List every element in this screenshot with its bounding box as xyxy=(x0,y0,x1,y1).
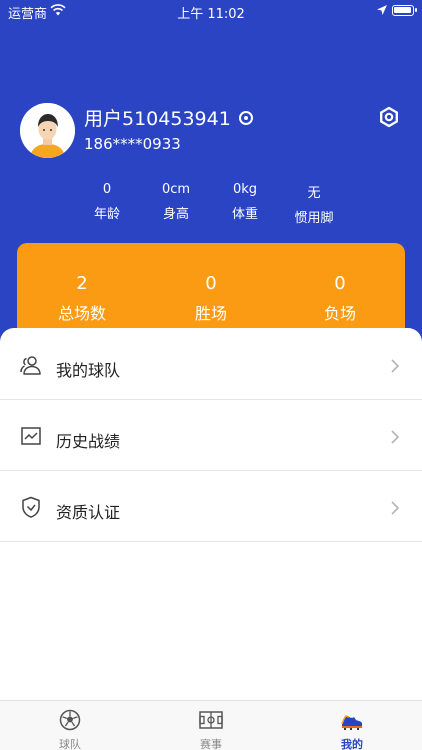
stat-value: 无 xyxy=(307,186,321,201)
stat-label: 惯用脚 xyxy=(294,211,334,226)
record-losses: 0 负场 xyxy=(295,273,385,324)
stat-label: 体重 xyxy=(231,207,258,222)
username-row: 用户510453941 xyxy=(84,104,253,131)
tab-mine[interactable]: 我的 xyxy=(282,701,422,750)
stat-label: 身高 xyxy=(162,207,189,222)
soccer-ball-icon xyxy=(59,709,81,731)
tab-label: 球队 xyxy=(59,738,81,750)
username: 用户510453941 xyxy=(84,108,231,130)
record-wins: 0 胜场 xyxy=(166,273,256,324)
divider xyxy=(0,541,422,542)
tab-team[interactable]: 球队 xyxy=(0,701,140,750)
field-icon xyxy=(199,711,223,729)
avatar-person-icon xyxy=(20,103,75,158)
divider xyxy=(0,470,422,471)
stat-preferred-foot: 无 惯用脚 xyxy=(284,182,344,226)
record-label: 总场数 xyxy=(57,304,106,323)
record-value: 0 xyxy=(334,273,346,294)
tab-label: 我的 xyxy=(341,738,363,750)
menu-item-label: 我的球队 xyxy=(56,361,121,380)
cleat-icon xyxy=(341,715,362,730)
status-bar: 运营商 上午 11:02 xyxy=(0,0,422,22)
tab-bar: 球队 赛事 我的 xyxy=(0,700,422,750)
record-label: 负场 xyxy=(323,304,356,323)
chevron-right-icon xyxy=(391,359,400,373)
tab-matches[interactable]: 赛事 xyxy=(141,701,281,750)
menu-item-history[interactable]: 历史战绩 xyxy=(0,401,422,471)
verified-badge-icon xyxy=(238,110,253,125)
stat-height: 0cm 身高 xyxy=(146,182,206,222)
stat-value: 0 xyxy=(102,182,112,197)
chart-icon xyxy=(21,427,41,445)
settings-gear-icon[interactable] xyxy=(378,106,400,128)
location-arrow-icon xyxy=(377,5,387,15)
battery-icon xyxy=(392,5,417,16)
phone-number: 186****0933 xyxy=(84,135,181,153)
record-value: 2 xyxy=(76,273,88,294)
chevron-right-icon xyxy=(391,430,400,444)
menu-item-label: 历史战绩 xyxy=(56,432,121,451)
menu-sheet: 我的球队 历史战绩 资质认证 xyxy=(0,328,422,700)
divider xyxy=(0,399,422,400)
menu-item-certification[interactable]: 资质认证 xyxy=(0,472,422,542)
stat-age: 0 年龄 xyxy=(77,182,137,222)
chevron-right-icon xyxy=(391,501,400,515)
record-value: 0 xyxy=(205,273,217,294)
menu-item-my-team[interactable]: 我的球队 xyxy=(0,330,422,400)
team-icon xyxy=(20,356,41,375)
menu-item-label: 资质认证 xyxy=(56,503,121,522)
stat-weight: 0kg 体重 xyxy=(215,182,275,222)
stat-label: 年龄 xyxy=(93,207,120,222)
stat-value: 0kg xyxy=(232,182,258,197)
body-stats: 0 年龄 0cm 身高 0kg 体重 无 惯用脚 xyxy=(0,182,422,226)
stat-value: 0cm xyxy=(161,182,191,197)
status-time: 上午 11:02 xyxy=(177,7,245,22)
record-total: 2 总场数 xyxy=(37,273,127,324)
record-label: 胜场 xyxy=(194,304,227,323)
tab-label: 赛事 xyxy=(200,738,222,750)
shield-icon xyxy=(22,496,40,518)
avatar[interactable] xyxy=(20,103,75,158)
